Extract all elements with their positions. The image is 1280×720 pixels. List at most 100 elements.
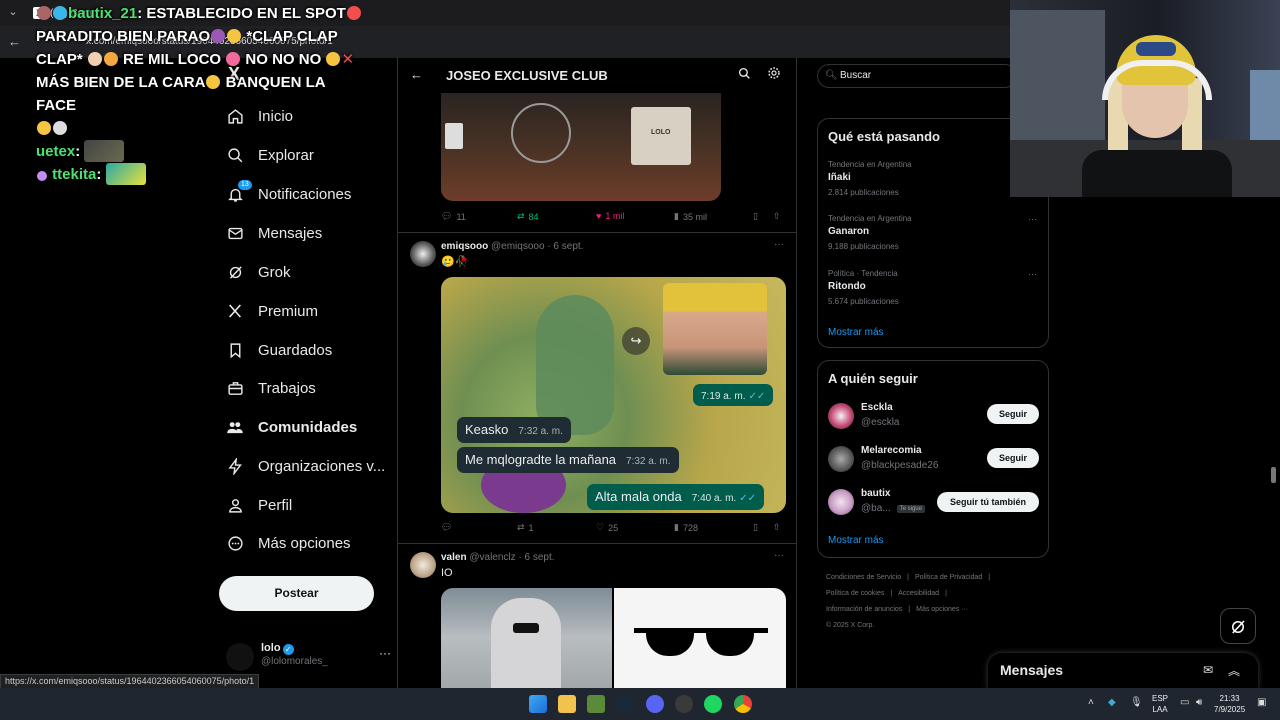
image-detail [646, 630, 694, 656]
search-input[interactable]: 🔍︎ Buscar [817, 64, 1017, 88]
obs-icon[interactable] [675, 695, 693, 713]
more-icon[interactable]: ··· [1028, 214, 1037, 224]
tab-list-chevron-icon[interactable]: ⌄ [4, 5, 22, 21]
show-more-link[interactable]: Mostrar más [828, 327, 884, 338]
browser-back-icon[interactable]: ← [8, 34, 21, 49]
footer-link[interactable]: Información de anuncios [826, 606, 902, 613]
stream-chat-overlay: bautix_21: ESTABLECIDO EN EL SPOT PARADI… [36, 2, 366, 186]
more-icon[interactable]: ··· [379, 646, 391, 660]
sidebar-item-organizaciones[interactable]: Organizaciones v... [226, 451, 385, 481]
retweet-button[interactable]: ⇄ 1 [517, 522, 534, 533]
share-button[interactable]: ⇧ [773, 522, 781, 533]
chevron-up-icon[interactable]: ˄ [1088, 697, 1094, 708]
reply-button[interactable]: 💬︎ [441, 522, 456, 533]
footer-link[interactable]: Accesibilidad [898, 590, 939, 597]
grok-floating-button[interactable] [1220, 608, 1256, 644]
windows-start-icon[interactable] [529, 695, 547, 713]
image-detail [511, 103, 571, 163]
sidebar-item-label: Guardados [258, 341, 333, 359]
sidebar-item-trabajos[interactable]: Trabajos [226, 373, 316, 403]
sidebar-item-comunidades[interactable]: Comunidades [226, 412, 357, 442]
gear-icon[interactable] [767, 66, 781, 83]
messages-drawer[interactable]: Mensajes ✉ ︽ [988, 653, 1258, 689]
footer-link[interactable]: Política de Privacidad [915, 574, 982, 581]
back-arrow-icon[interactable]: ← [410, 67, 423, 82]
avatar[interactable] [410, 241, 436, 267]
follow-title: A quién seguir [828, 371, 918, 386]
spotify-icon[interactable] [704, 695, 722, 713]
avatar[interactable] [828, 403, 854, 429]
chat-text: PARADITO BIEN PARAO [36, 28, 211, 45]
language-indicator[interactable]: ESP LAA [1152, 693, 1168, 715]
volume-icon[interactable]: 🔊︎ [1196, 697, 1202, 708]
tray-app-icon[interactable]: ◆ [1108, 697, 1116, 708]
share-button[interactable]: ⇧ [773, 211, 781, 222]
reply-button[interactable]: 💬︎ 11 [441, 211, 466, 222]
retweet-button[interactable]: ⇄ 84 [517, 211, 539, 222]
chrome-icon[interactable] [734, 695, 752, 713]
forward-icon[interactable]: ↪ [622, 327, 650, 355]
chat-text: NO NO NO [245, 51, 322, 68]
chat-bubble-in: Keasko 7:32 a. m. [457, 417, 571, 443]
post-button[interactable]: Postear [219, 576, 374, 611]
footer-link[interactable]: Más opciones ··· [916, 606, 968, 613]
share-icon: ⇧ [773, 211, 781, 221]
diamond-emoji-icon [53, 6, 67, 20]
bookmark-button[interactable]: ▯ [753, 522, 758, 533]
follow-back-button[interactable]: Seguir tú también [937, 492, 1039, 512]
follow-button[interactable]: Seguir [987, 404, 1039, 424]
like-button[interactable]: ♡ 25 [596, 522, 618, 533]
sidebar-item-label: Comunidades [258, 418, 358, 436]
like-count: 25 [608, 522, 619, 533]
notification-center-icon[interactable]: ▣ [1257, 697, 1266, 708]
system-clock[interactable]: 21:33 7/9/2025 [1214, 693, 1245, 715]
footer-links: Condiciones de Servicio | Política de Priv… [826, 570, 1036, 634]
tweet-image[interactable]: ↪ 7:19 a. m. ✓✓ Keasko 7:32 a. m. Me mqlog… [441, 277, 786, 513]
chat-text: : [75, 143, 81, 160]
tweet-image[interactable] [614, 588, 786, 688]
follow-name[interactable]: bautix [861, 488, 890, 499]
sidebar-item-label: Perfil [258, 496, 293, 514]
sidebar-item-grok[interactable]: Grok [226, 257, 291, 287]
grok-icon [1232, 620, 1245, 634]
author-handle: @valenclz [469, 552, 516, 563]
footer-link[interactable]: Política de cookies [826, 590, 884, 597]
sidebar-item-mas-opciones[interactable]: Más opciones [226, 528, 351, 558]
chevron-up-icon[interactable]: ︽ [1228, 662, 1240, 679]
tweet-author[interactable]: emiqsooo @emiqsooo · 6 sept. [441, 241, 583, 252]
avatar[interactable] [828, 446, 854, 472]
show-more-link[interactable]: Mostrar más [828, 535, 884, 546]
tweet-image[interactable] [441, 588, 612, 688]
follow-name[interactable]: Esckla [861, 402, 893, 413]
sidebar-item-mensajes[interactable]: Mensajes [226, 218, 322, 248]
sidebar-item-premium[interactable]: Premium [226, 296, 318, 326]
sidebar-item-guardados[interactable]: Guardados [226, 335, 332, 365]
like-button[interactable]: ♥ 1 mil [596, 211, 624, 221]
views-button[interactable]: ▮ 35 mil [674, 211, 707, 222]
bookmark-button[interactable]: ▯ [753, 211, 758, 222]
steam-icon[interactable] [616, 695, 634, 713]
file-explorer-icon[interactable] [558, 695, 576, 713]
tweet-author[interactable]: valen @valenclz · 6 sept. [441, 552, 555, 563]
avatar[interactable] [828, 489, 854, 515]
chat-text: MÁS BIEN DE LA CARA [36, 74, 206, 91]
account-handle: @lolomorales_ [261, 656, 328, 667]
app-icon[interactable] [587, 695, 605, 713]
display-icon[interactable]: ▭ [1180, 697, 1189, 708]
tweet-image[interactable]: LOLO [441, 93, 721, 201]
follow-name[interactable]: Melarecomia [861, 445, 922, 456]
discord-icon[interactable] [646, 695, 664, 713]
scrollbar[interactable] [1271, 467, 1276, 483]
more-icon[interactable]: ··· [774, 239, 784, 250]
views-button[interactable]: ▮ 728 [674, 522, 698, 533]
follow-handle: @esckla [861, 417, 900, 428]
more-icon[interactable]: ··· [1028, 269, 1037, 279]
new-message-icon[interactable]: ✉ [1203, 663, 1213, 677]
footer-link[interactable]: Condiciones de Servicio [826, 574, 901, 581]
search-icon[interactable] [738, 67, 751, 83]
avatar[interactable] [410, 552, 436, 578]
sidebar-item-perfil[interactable]: Perfil [226, 490, 292, 520]
more-icon[interactable]: ··· [774, 550, 784, 561]
follow-button[interactable]: Seguir [987, 448, 1039, 468]
microphone-icon[interactable]: 🎙︎ [1130, 697, 1143, 708]
